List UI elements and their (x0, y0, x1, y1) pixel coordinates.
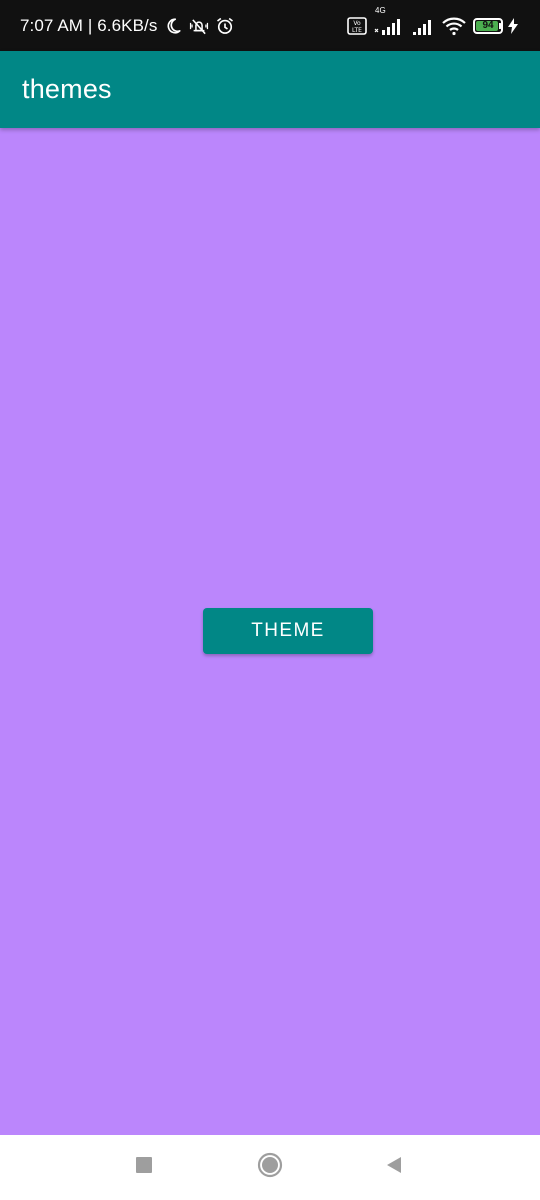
back-button[interactable] (372, 1145, 416, 1189)
signal-icon: 4G (373, 6, 405, 36)
recents-button[interactable] (122, 1145, 166, 1189)
network-type-label: 4G (375, 5, 386, 15)
app-bar: themes (0, 51, 540, 128)
recents-icon (135, 1156, 153, 1179)
volte-icon: Vo LTE (347, 16, 367, 35)
back-icon (385, 1156, 403, 1179)
wifi-icon (441, 16, 467, 36)
navigation-bar (0, 1135, 540, 1200)
status-right: Vo LTE 4G 94 (347, 6, 518, 36)
theme-button[interactable]: THEME (203, 608, 373, 654)
status-bar: 7:07 AM | 6.6KB/s Vo LTE 4G 94 (0, 0, 540, 51)
mute-vibrate-icon (189, 16, 209, 36)
status-time-speed: 7:07 AM | 6.6KB/s (20, 15, 158, 35)
signal-icon-2 (411, 16, 435, 36)
app-title: themes (22, 74, 112, 104)
battery-icon: 94 (473, 17, 503, 34)
moon-icon (163, 16, 183, 36)
home-button[interactable] (248, 1145, 292, 1189)
svg-text:LTE: LTE (352, 27, 362, 34)
svg-text:Vo: Vo (353, 20, 361, 27)
alarm-icon (215, 16, 235, 36)
main-content: THEME (0, 128, 540, 1135)
home-icon (257, 1152, 283, 1183)
charging-icon (508, 17, 518, 34)
battery-body: 94 (473, 17, 503, 34)
status-left: 7:07 AM | 6.6KB/s (20, 16, 235, 36)
battery-level: 94 (482, 19, 494, 31)
